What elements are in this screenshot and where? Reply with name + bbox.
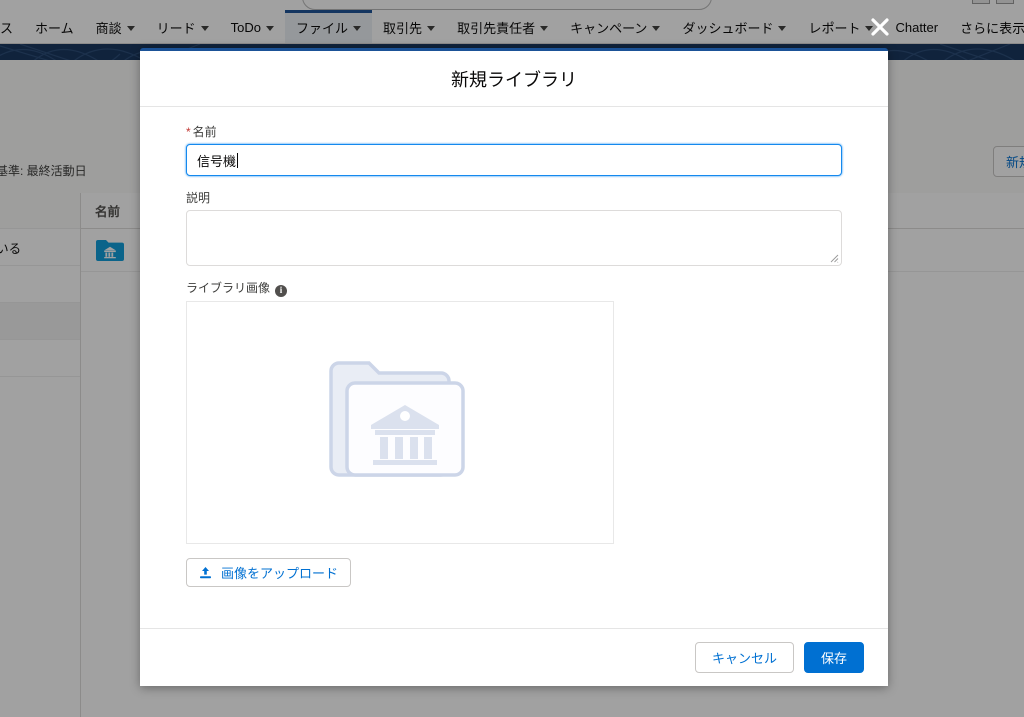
upload-icon [200,566,211,578]
description-field-label: 説明 [186,191,211,205]
cancel-button[interactable]: キャンセル [694,642,794,673]
required-asterisk: * [186,125,191,139]
close-icon[interactable] [866,13,894,41]
library-image-label-text: ライブラリ画像 [186,281,271,295]
modal-footer: キャンセル 保存 [140,628,888,686]
name-input-value: 信号機 [197,153,237,169]
screen-root: ス ホーム 商談 リード ToDo ファイル 取引先 取引先責任者 キャンペーン… [0,0,1024,717]
info-icon[interactable]: i [275,284,288,297]
description-field-group: 説明 [186,189,842,266]
new-library-modal: 新規ライブラリ * 名前 信号機 説明 ライブラリ画像 i 画像をアップロード … [140,48,888,686]
name-field-label: * 名前 [186,123,842,140]
upload-image-label: 画像をアップロード [221,565,339,581]
modal-header: 新規ライブラリ [140,51,888,107]
library-image-label: ライブラリ画像 i [186,279,842,297]
name-input[interactable]: 信号機 [186,144,842,176]
modal-title: 新規ライブラリ [451,69,577,90]
text-cursor [237,152,239,168]
description-textarea[interactable] [186,210,842,266]
library-image-field-group: ライブラリ画像 i 画像をアップロード [186,279,842,587]
library-folder-placeholder-icon [329,361,465,477]
save-button[interactable]: 保存 [803,642,864,673]
name-label-text: 名前 [192,125,217,139]
name-field-group: * 名前 信号機 [186,123,842,176]
resize-handle-icon[interactable] [830,254,839,263]
close-x-glyph [871,18,889,36]
upload-image-button[interactable]: 画像をアップロード [186,557,352,587]
library-image-preview [186,300,614,544]
modal-body: * 名前 信号機 説明 ライブラリ画像 i 画像をアップロード [140,107,888,628]
